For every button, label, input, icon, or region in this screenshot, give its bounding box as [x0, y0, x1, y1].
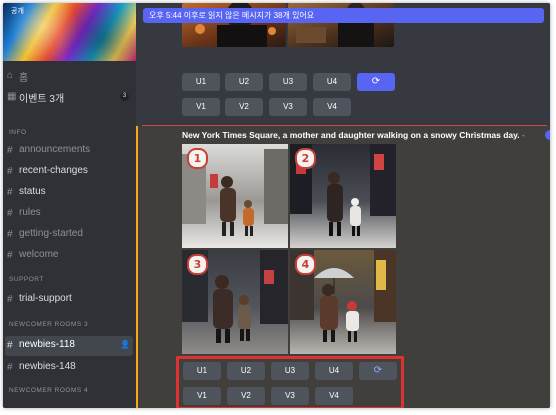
grid-number-3: 3 [187, 254, 208, 275]
category-newcomer-3[interactable]: NEWCOMER ROOMS 3 [9, 321, 88, 328]
grid-number-2: 2 [295, 148, 316, 169]
prev-upscale-u2-button[interactable]: U2 [225, 73, 263, 91]
hash-icon: # [7, 340, 13, 351]
channel-label: recent-changes [19, 165, 88, 176]
prev-upscale-u1-button[interactable]: U1 [182, 73, 220, 91]
channel-label: announcements [19, 144, 91, 155]
refresh-icon: ⟳ [371, 76, 381, 87]
unread-messages-banner[interactable]: 오후 5:44 이후로 읽지 않은 메시지가 38개 있어요 [143, 8, 544, 23]
channel-label: getting-started [19, 228, 83, 239]
home-icon: ⌂ [7, 70, 14, 81]
hash-icon: # [7, 250, 13, 261]
channel-announcements[interactable]: # announcements [3, 142, 136, 160]
channel-label: newbies-118 [19, 339, 75, 350]
prev-variation-v4-button[interactable]: V4 [313, 98, 351, 116]
channel-label: trial-support [19, 293, 72, 304]
prev-variation-v3-button[interactable]: V3 [269, 98, 307, 116]
mention-avatar[interactable] [545, 130, 550, 140]
add-member-icon[interactable]: 👤 [120, 340, 130, 349]
prev-upscale-u4-button[interactable]: U4 [313, 73, 351, 91]
hash-icon: # [7, 229, 13, 240]
prompt-text: New York Times Square, a mother and daug… [182, 130, 520, 140]
hash-icon: # [7, 187, 13, 198]
category-support[interactable]: SUPPORT [9, 276, 44, 283]
channel-newbies-148[interactable]: # newbies-148 [3, 359, 136, 377]
channel-trial-support[interactable]: # trial-support [3, 291, 136, 309]
category-info[interactable]: INFO [9, 129, 27, 136]
grid-image-4[interactable]: 4 [290, 250, 396, 354]
channel-rules[interactable]: # rules [3, 205, 136, 223]
hash-icon: # [7, 362, 13, 373]
sidebar-item-home[interactable]: ⌂ 홈 [3, 67, 136, 85]
channel-newbies-118[interactable]: # newbies-118 👤 [3, 336, 136, 356]
hash-icon: # [7, 208, 13, 219]
channel-label: rules [19, 207, 41, 218]
channel-welcome[interactable]: # welcome [3, 247, 136, 265]
channel-recent-changes[interactable]: # recent-changes [3, 163, 136, 181]
grid-image-2[interactable]: 2 [290, 144, 396, 248]
category-newcomer-4[interactable]: NEWCOMER ROOMS 4 [9, 387, 88, 394]
channel-sidebar: 공개 ⌂ 홈 ▦ 이벤트 3개 3 INFO # announcements #… [3, 3, 136, 408]
channel-status[interactable]: # status [3, 184, 136, 202]
prev-variation-v1-button[interactable]: V1 [182, 98, 220, 116]
server-name[interactable]: 공개 [11, 6, 24, 16]
grid-number-4: 4 [295, 254, 316, 275]
calendar-icon: ▦ [7, 91, 17, 102]
channel-getting-started[interactable]: # getting-started [3, 226, 136, 244]
prev-variation-v2-button[interactable]: V2 [225, 98, 263, 116]
sidebar-item-label: 이벤트 3개 [19, 94, 65, 105]
chat-area: U1 U2 U3 U4 ⟳ V1 V2 V3 V4 New York Times… [136, 3, 550, 408]
channel-label: newbies-148 [19, 361, 76, 372]
hash-icon: # [7, 294, 13, 305]
grid-image-3[interactable]: 3 [182, 250, 288, 354]
grid-image-1[interactable]: 1 [182, 144, 288, 248]
mention-bar [136, 126, 138, 408]
channel-label: status [19, 186, 46, 197]
announcement-icon: # [7, 145, 13, 156]
events-count-badge: 3 [120, 92, 129, 101]
sidebar-item-events[interactable]: ▦ 이벤트 3개 3 [3, 88, 136, 106]
channel-label: welcome [19, 249, 59, 260]
hash-icon: # [7, 166, 13, 177]
prev-upscale-u3-button[interactable]: U3 [269, 73, 307, 91]
highlight-annotation-box [176, 356, 404, 408]
grid-number-1: 1 [187, 148, 208, 169]
message-prompt: New York Times Square, a mother and daug… [182, 130, 525, 140]
prev-reroll-button[interactable]: ⟳ [357, 73, 395, 91]
prompt-dash: - [521, 130, 525, 140]
sidebar-item-label: 홈 [19, 73, 29, 84]
server-banner-image[interactable]: 공개 [3, 3, 136, 61]
discord-window: 공개 ⌂ 홈 ▦ 이벤트 3개 3 INFO # announcements #… [3, 3, 550, 408]
